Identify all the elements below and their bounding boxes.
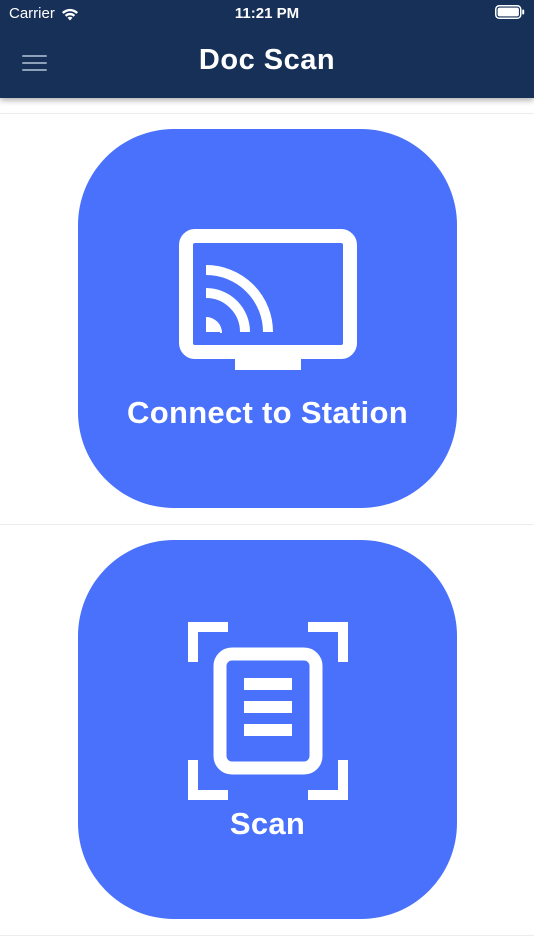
divider	[0, 113, 534, 114]
connect-to-station-button[interactable]: Connect to Station	[78, 129, 457, 508]
status-bar: Carrier 11:21 PM	[0, 0, 534, 28]
scan-label: Scan	[229, 806, 306, 841]
battery-icon	[495, 5, 525, 23]
connect-to-station-label: Connect to Station	[127, 395, 408, 430]
document-scan-icon	[78, 622, 457, 800]
app-header: Carrier 11:21 PM Doc Scan	[0, 0, 534, 98]
divider	[0, 935, 534, 936]
cast-icon	[78, 229, 457, 373]
status-time: 11:21 PM	[234, 5, 300, 22]
divider	[0, 524, 534, 525]
scan-button[interactable]: Scan	[78, 540, 457, 919]
page-title: Doc Scan	[198, 44, 336, 76]
